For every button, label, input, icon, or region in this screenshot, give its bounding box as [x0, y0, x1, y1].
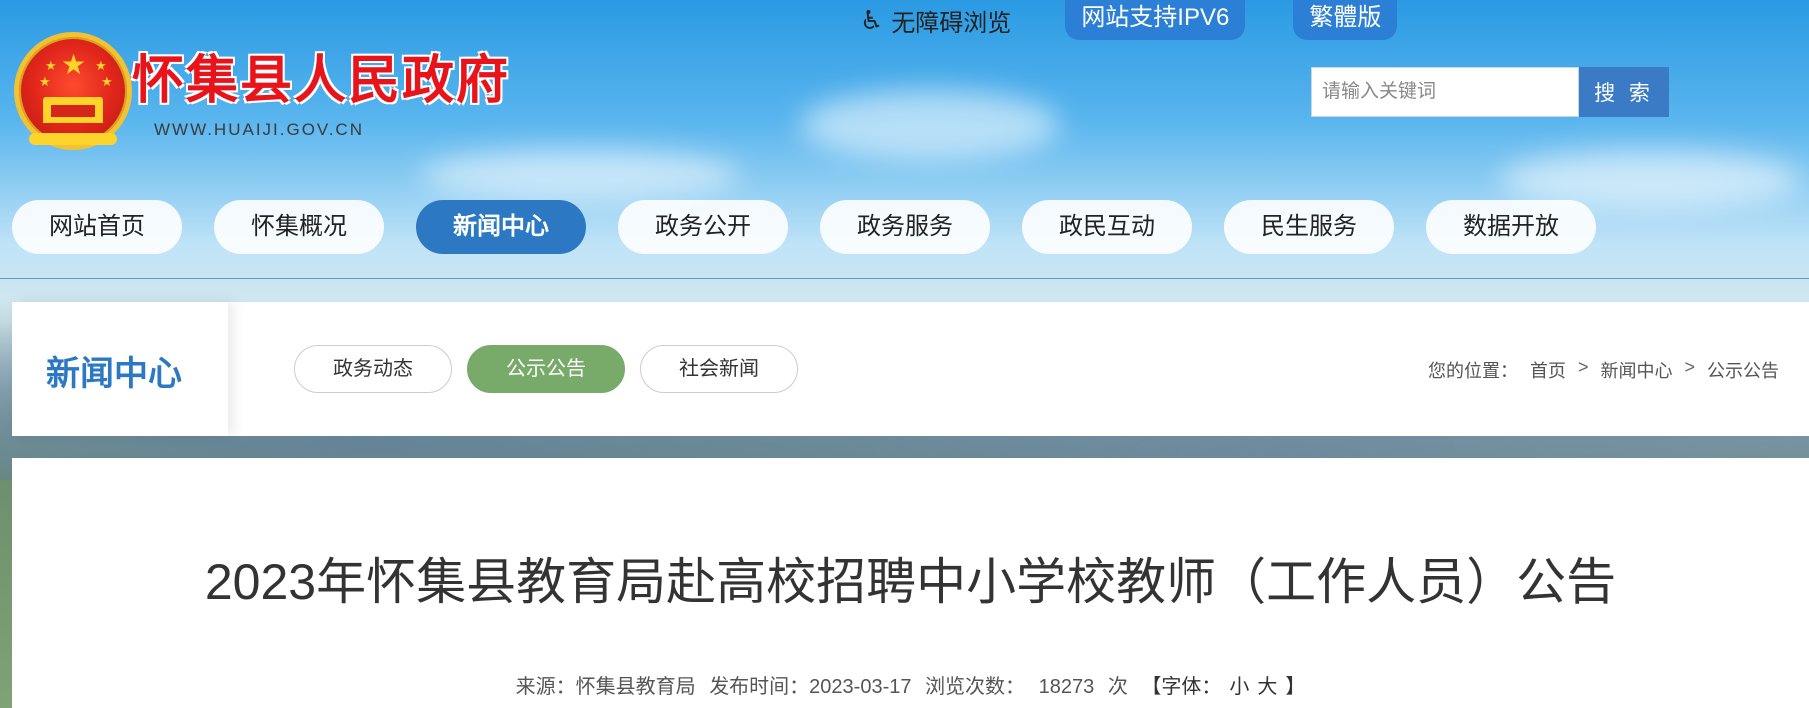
section-title-box: 新闻中心 — [12, 302, 228, 436]
font-small-button[interactable]: 小 — [1229, 676, 1249, 698]
font-large-button[interactable]: 大 — [1257, 676, 1277, 698]
accessibility-label: 无障碍浏览 — [891, 9, 1012, 37]
views-label: 浏览次数： — [925, 676, 1026, 698]
tab-gov-news[interactable]: 政务动态 — [294, 345, 452, 393]
article-publish-time: 发布时间：2023-03-17 — [709, 676, 912, 698]
nav-divider — [0, 278, 1809, 279]
cloud-decoration — [800, 90, 1060, 160]
views-count: 18273 — [1038, 676, 1095, 698]
search-input[interactable] — [1311, 67, 1579, 117]
breadcrumb-announcements[interactable]: 公示公告 — [1707, 357, 1779, 383]
breadcrumb-news[interactable]: 新闻中心 — [1600, 357, 1672, 383]
accessibility-link[interactable]: ♿ 无障碍浏览 — [860, 3, 1011, 38]
breadcrumb-home[interactable]: 首页 — [1530, 357, 1566, 383]
nav-item-livelihood[interactable]: 民生服务 — [1224, 200, 1394, 254]
traditional-chinese-link[interactable]: 繁體版 — [1293, 0, 1398, 40]
article-content: 2023年怀集县教育局赴高校招聘中小学校教师（工作人员）公告 来源：怀集县教育局… — [12, 458, 1809, 708]
nav-item-interaction[interactable]: 政民互动 — [1022, 200, 1192, 254]
font-size-close: 】 — [1285, 676, 1306, 698]
nav-item-home[interactable]: 网站首页 — [12, 200, 182, 254]
ipv6-link[interactable]: 网站支持IPV6 — [1065, 0, 1246, 40]
site-domain: WWW.HUAIJI.GOV.CN — [154, 120, 364, 139]
nav-item-overview[interactable]: 怀集概况 — [214, 200, 384, 254]
article-meta: 来源：怀集县教育局 发布时间：2023-03-17 浏览次数： 18273 次 … — [12, 670, 1809, 699]
national-emblem-icon: ★ ★ ★ ★ ★ — [14, 32, 132, 150]
tab-announcements[interactable]: 公示公告 — [467, 345, 625, 393]
font-size-label: 【字体： — [1141, 676, 1222, 698]
search-button[interactable]: 搜 索 — [1579, 67, 1669, 117]
nav-item-news[interactable]: 新闻中心 — [416, 200, 586, 254]
top-links: ♿ 无障碍浏览 网站支持IPV6 繁體版 — [860, 0, 1445, 40]
nav-item-gov-affairs[interactable]: 政务公开 — [618, 200, 788, 254]
section-title: 新闻中心 — [46, 355, 182, 393]
main-nav: 网站首页 怀集概况 新闻中心 政务公开 政务服务 政民互动 民生服务 数据开放 — [12, 200, 1628, 254]
breadcrumb-separator: > — [1684, 357, 1695, 377]
search-box: 搜 索 — [1311, 67, 1669, 117]
nav-item-open-data[interactable]: 数据开放 — [1426, 200, 1596, 254]
section-bar: 新闻中心 政务动态 公示公告 社会新闻 您的位置： 首页 > 新闻中心 > 公示… — [12, 302, 1809, 436]
views-unit: 次 — [1107, 676, 1128, 698]
cloud-decoration — [420, 150, 740, 200]
nav-item-gov-services[interactable]: 政务服务 — [820, 200, 990, 254]
breadcrumb-prefix: 您的位置： — [1427, 361, 1518, 381]
section-tabs: 政务动态 公示公告 社会新闻 — [294, 345, 813, 393]
article-title: 2023年怀集县教育局赴高校招聘中小学校教师（工作人员）公告 — [204, 554, 1617, 610]
site-title: 怀集县人民政府 — [132, 52, 511, 110]
wheelchair-icon: ♿ — [860, 4, 884, 35]
breadcrumb: 您的位置： 首页 > 新闻中心 > 公示公告 — [1416, 357, 1779, 383]
tab-social-news[interactable]: 社会新闻 — [640, 345, 798, 393]
breadcrumb-separator: > — [1577, 357, 1589, 377]
article-source: 来源：怀集县教育局 — [515, 676, 696, 698]
